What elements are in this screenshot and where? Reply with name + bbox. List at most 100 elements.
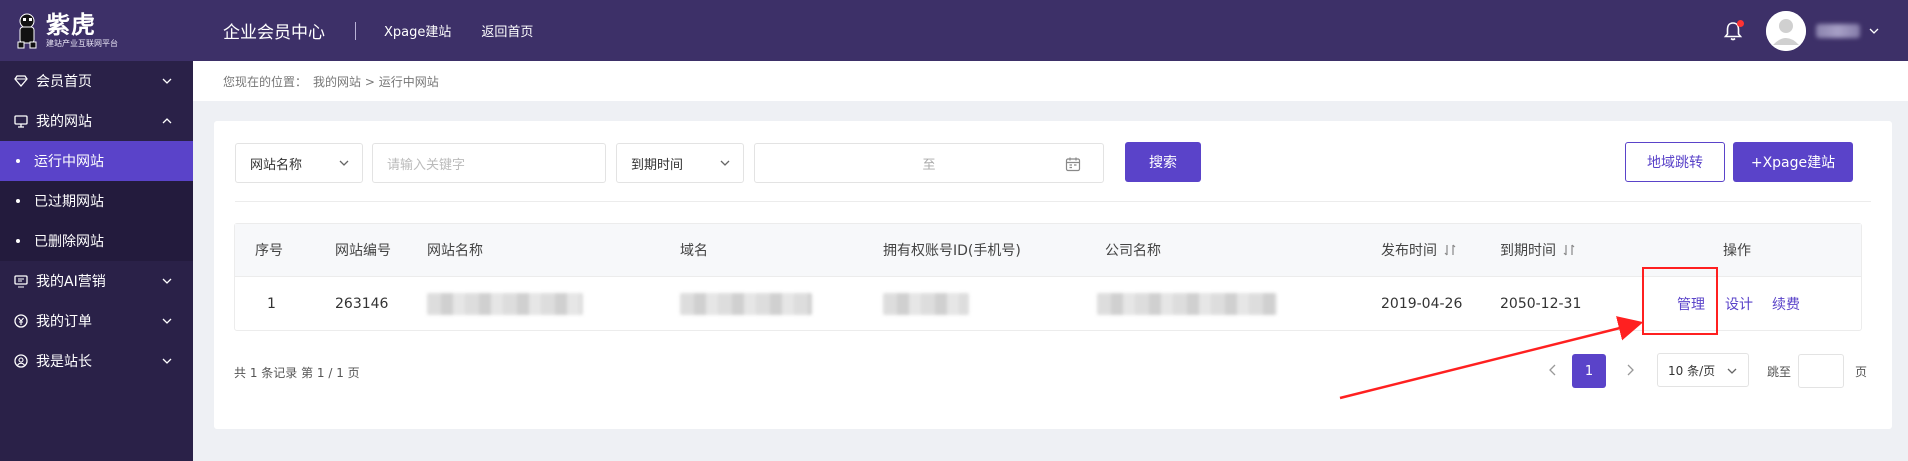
xpage-build-button[interactable]: +Xpage建站 xyxy=(1733,142,1853,182)
chevron-up-icon xyxy=(161,115,173,127)
date-type-select-value: 到期时间 xyxy=(631,157,684,173)
col-index: 序号 xyxy=(255,243,283,259)
sidebar-item-label: 我的网站 xyxy=(36,114,92,130)
row-domain-redacted xyxy=(680,277,812,330)
table-row: 1 263146 2019-04-26 2050-12-31 管理 设计 续费 xyxy=(235,276,1861,330)
page-size-value: 10 条/页 xyxy=(1668,363,1716,378)
notification-badge xyxy=(1737,19,1744,27)
logo-subtitle: 建站产业互联网平台 xyxy=(46,39,118,48)
bullet-dot xyxy=(16,159,20,163)
sidebar-item-label: 会员首页 xyxy=(36,74,92,90)
breadcrumb-prefix: 您现在的位置： xyxy=(223,74,308,89)
filter-divider xyxy=(235,201,1871,202)
header-divider xyxy=(355,21,356,40)
breadcrumb: 您现在的位置： 我的网站 > 运行中网站 xyxy=(193,61,1908,101)
col-actions: 操作 xyxy=(1723,243,1751,259)
page-size-select[interactable]: 10 条/页 xyxy=(1657,353,1749,387)
row-published: 2019-04-26 xyxy=(1381,295,1463,312)
page-number-current[interactable]: 1 xyxy=(1572,354,1606,388)
xpage-build-link[interactable]: Xpage建站 xyxy=(384,21,451,40)
sort-icon[interactable] xyxy=(1443,243,1457,257)
ai-monitor-icon xyxy=(14,274,28,288)
col-company-name: 公司名称 xyxy=(1105,243,1161,259)
chevron-down-icon xyxy=(161,275,173,287)
monitor-icon xyxy=(14,114,28,128)
date-range-picker[interactable]: 至 xyxy=(754,143,1104,183)
row-site-name-redacted xyxy=(427,277,583,330)
sidebar-subitem-label: 已删除网站 xyxy=(34,234,104,250)
row-owner-account-redacted xyxy=(883,277,969,330)
sidebar-nav: 会员首页 我的网站 运行中网站 已过期网站 已删除网站 我的AI营销 我的订单 … xyxy=(0,61,193,381)
sidebar-subitem-deleted-sites[interactable]: 已删除网站 xyxy=(0,221,193,261)
sidebar-item-label: 我的AI营销 xyxy=(36,274,106,290)
sidebar: 紫虎 建站产业互联网平台 会员首页 我的网站 运行中网站 已过期网站 已删除网站… xyxy=(0,0,193,461)
avatar[interactable] xyxy=(1766,10,1806,51)
search-field-select[interactable]: 网站名称 xyxy=(235,143,363,183)
sidebar-subitem-label: 已过期网站 xyxy=(34,194,104,210)
annotation-highlight-box xyxy=(1642,267,1718,335)
next-page-icon[interactable] xyxy=(1623,363,1637,377)
topbar: 企业会员中心 Xpage建站 返回首页 xyxy=(193,0,1908,61)
chevron-down-icon xyxy=(161,315,173,327)
chevron-down-icon[interactable] xyxy=(1868,25,1880,37)
jump-page-input[interactable] xyxy=(1798,354,1844,388)
sidebar-subitem-running-sites[interactable]: 运行中网站 xyxy=(0,141,193,181)
sites-table: 序号 网站编号 网站名称 域名 拥有权账号ID(手机号) 公司名称 发布时间 到… xyxy=(234,223,1862,331)
calendar-icon[interactable] xyxy=(1065,156,1081,176)
sidebar-item-label: 我的订单 xyxy=(36,314,92,330)
prev-page-icon[interactable] xyxy=(1546,363,1560,377)
col-site-name: 网站名称 xyxy=(427,243,483,259)
col-expires-label: 到期时间 xyxy=(1500,243,1556,259)
chevron-down-icon xyxy=(1726,365,1738,377)
sidebar-item-label: 我是站长 xyxy=(36,354,92,370)
row-site-id: 263146 xyxy=(335,295,389,312)
renew-button[interactable]: 续费 xyxy=(1772,294,1800,314)
keyword-placeholder: 请输入关键字 xyxy=(387,157,466,173)
search-field-select-value: 网站名称 xyxy=(250,157,303,173)
sidebar-item-member-home[interactable]: 会员首页 xyxy=(0,61,193,101)
sites-panel: 网站名称 请输入关键字 到期时间 至 搜索 地域跳转 +Xpage建站 序号 网… xyxy=(214,121,1892,429)
diamond-icon xyxy=(14,74,28,88)
yen-icon xyxy=(14,314,28,328)
logo[interactable]: 紫虎 建站产业互联网平台 xyxy=(0,0,193,61)
jump-to-label: 跳至 xyxy=(1767,365,1792,379)
sidebar-item-ai-marketing[interactable]: 我的AI营销 xyxy=(0,261,193,301)
notification-bell-icon[interactable] xyxy=(1722,19,1744,42)
sidebar-item-my-sites[interactable]: 我的网站 xyxy=(0,101,193,141)
keyword-search-input[interactable]: 请输入关键字 xyxy=(372,143,606,183)
region-jump-button[interactable]: 地域跳转 xyxy=(1625,142,1725,182)
page-header-title: 企业会员中心 xyxy=(223,23,325,43)
username-redacted[interactable] xyxy=(1816,23,1860,38)
chevron-down-icon xyxy=(161,355,173,367)
bullet-dot xyxy=(16,199,20,203)
col-domain: 域名 xyxy=(680,243,708,259)
search-button[interactable]: 搜索 xyxy=(1125,142,1201,182)
breadcrumb-path[interactable]: 我的网站 > 运行中网站 xyxy=(313,73,439,90)
tiger-logo-icon xyxy=(14,12,40,50)
page-unit-label: 页 xyxy=(1855,365,1868,379)
pagination-summary: 共 1 条记录 第 1 / 1 页 xyxy=(234,366,360,380)
design-button[interactable]: 设计 xyxy=(1725,294,1753,314)
chevron-down-icon xyxy=(338,157,350,169)
back-home-link[interactable]: 返回首页 xyxy=(481,21,533,40)
bullet-dot xyxy=(16,239,20,243)
date-type-select[interactable]: 到期时间 xyxy=(616,143,744,183)
sidebar-subitem-label: 运行中网站 xyxy=(34,154,104,170)
sort-icon[interactable] xyxy=(1562,243,1576,257)
sidebar-subitem-expired-sites[interactable]: 已过期网站 xyxy=(0,181,193,221)
table-header: 序号 网站编号 网站名称 域名 拥有权账号ID(手机号) 公司名称 发布时间 到… xyxy=(235,224,1861,276)
user-circle-icon xyxy=(14,354,28,368)
chevron-down-icon xyxy=(719,157,731,169)
col-site-id: 网站编号 xyxy=(335,243,391,259)
col-published-label: 发布时间 xyxy=(1381,243,1437,259)
col-published[interactable]: 发布时间 xyxy=(1381,224,1457,276)
logo-title: 紫虎 xyxy=(46,11,96,39)
col-owner-account: 拥有权账号ID(手机号) xyxy=(883,243,1021,259)
col-expires[interactable]: 到期时间 xyxy=(1500,224,1576,276)
date-range-separator: 至 xyxy=(922,157,936,173)
sidebar-item-my-orders[interactable]: 我的订单 xyxy=(0,301,193,341)
row-expires: 2050-12-31 xyxy=(1500,295,1582,312)
row-index: 1 xyxy=(267,295,276,312)
chevron-down-icon xyxy=(161,75,173,87)
sidebar-item-webmaster[interactable]: 我是站长 xyxy=(0,341,193,381)
